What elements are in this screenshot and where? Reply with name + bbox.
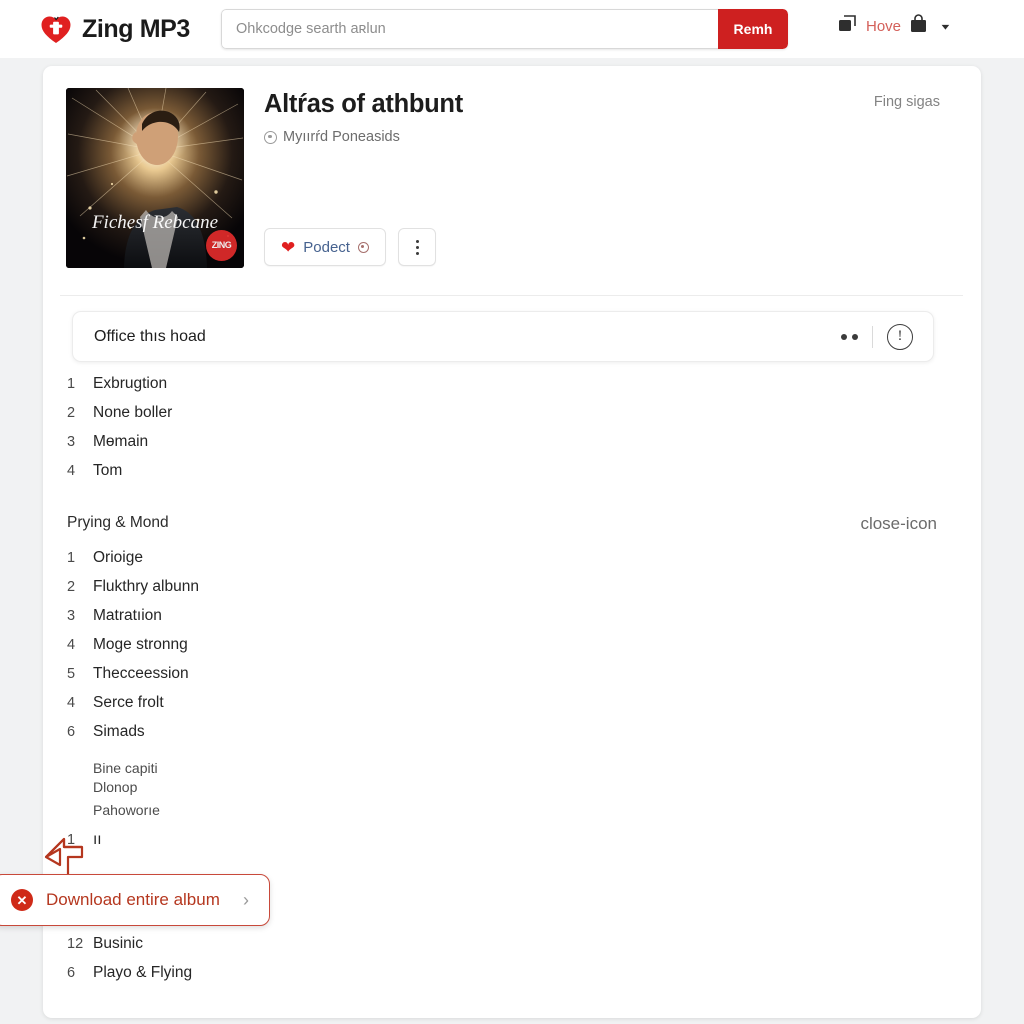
svg-text:Fichesf Rebcane: Fichesf Rebcane: [91, 212, 218, 233]
track-row[interactable]: 6 Simads: [67, 723, 199, 752]
track-title: Orioige: [93, 549, 143, 566]
exclamation-circle-icon[interactable]: !: [887, 323, 913, 350]
album-cover-badge: ZING: [206, 230, 237, 261]
track-title: Thecceession: [93, 665, 189, 682]
divider: [872, 325, 873, 348]
track-subline: Bine capiti: [67, 760, 199, 779]
track-list-one: 1 Exbrugtion 2 None boller 3 Mɵmain 4 To…: [67, 375, 172, 491]
track-list-two: 1 Orioige 2 Flukthry albunn 3 Matratıion…: [67, 549, 199, 821]
track-number: 1: [67, 376, 76, 392]
track-title: Mɵmain: [93, 433, 149, 450]
track-row[interactable]: 12 Businic: [67, 935, 192, 964]
track-subline: Pahoworıe: [67, 802, 199, 821]
track-number: 6: [67, 724, 76, 740]
search-button[interactable]: Remh: [718, 9, 788, 49]
search-bar[interactable]: Remh: [221, 9, 788, 49]
album-title: Altŕas of athbunt: [264, 90, 463, 118]
album-cover-art[interactable]: Fichesf Rebcane ZING: [66, 88, 244, 268]
track-subline-text: Bine capiti: [93, 760, 158, 776]
more-options-button[interactable]: [398, 228, 436, 266]
two-dots-icon[interactable]: [841, 333, 858, 340]
windows-restore-icon[interactable]: [838, 14, 857, 38]
heart-icon: ❤: [281, 237, 296, 257]
callout-label: Download entire album: [46, 890, 220, 909]
more-vertical-icon: [415, 239, 419, 243]
header-link-hove[interactable]: Hove: [866, 18, 901, 35]
track-title: Matratıion: [93, 607, 162, 624]
like-button-label: Podect: [303, 238, 350, 256]
track-row[interactable]: 4 Moge stronng: [67, 636, 199, 665]
more-vertical-icon: [415, 251, 419, 255]
heart-music-logo-icon: [40, 12, 74, 46]
track-number: 4: [67, 637, 76, 653]
track-number: 5: [67, 666, 76, 682]
track-row[interactable]: 4 Tom: [67, 462, 172, 491]
track-row[interactable]: 6 Playo & Flying: [67, 964, 192, 993]
album-info: Altŕas of athbunt Myıırŕd Poneasids: [264, 90, 463, 145]
track-title: Businic: [93, 935, 143, 952]
filter-row-actions: !: [841, 323, 913, 350]
filter-row[interactable]: Office thıs hoad !: [72, 311, 934, 362]
track-title: Flukthry albunn: [93, 578, 199, 595]
album-actions: ❤ Podect: [264, 228, 436, 266]
more-vertical-icon: [415, 245, 419, 249]
track-title: Tom: [93, 462, 123, 479]
track-title: Simads: [93, 723, 145, 740]
section-title: Prying & Mond: [67, 514, 169, 531]
track-subline-text: Pahoworıe: [93, 802, 160, 818]
album-artist-row: Myıırŕd Poneasids: [264, 129, 463, 145]
search-input[interactable]: [221, 9, 718, 49]
track-number: 2: [67, 579, 76, 595]
track-row[interactable]: 3 Mɵmain: [67, 433, 172, 462]
chevron-down-icon[interactable]: ▼: [939, 22, 952, 30]
header-divider: [60, 295, 963, 296]
track-subline-text: Dlonop: [93, 779, 138, 795]
header-actions: Hove ▼: [838, 14, 952, 38]
track-row[interactable]: 5 Thecceession: [67, 665, 199, 694]
download-entire-album-callout[interactable]: ✕ Download entire album ›: [0, 874, 270, 926]
track-number: 12: [67, 936, 84, 952]
shopping-bag-icon[interactable]: [910, 14, 927, 38]
album-header: Fichesf Rebcane ZING Altŕas of athbunt M…: [43, 66, 981, 296]
track-title: Serce frolt: [93, 694, 164, 711]
track-number: 3: [67, 608, 76, 624]
track-title: Playo & Flying: [93, 964, 193, 981]
record-dot-icon: [357, 241, 369, 253]
track-number: 4: [67, 463, 76, 479]
track-row[interactable]: 1 Orioige: [67, 549, 199, 578]
section-header: Prying & Mond close-icon: [67, 514, 957, 532]
track-title: None boller: [93, 404, 173, 421]
app-logo-text: Zing MP3: [82, 14, 190, 43]
error-x-circle-icon: ✕: [11, 889, 33, 911]
album-artist: Myıırŕd Poneasids: [283, 129, 400, 145]
chevron-right-icon[interactable]: ›: [243, 891, 249, 909]
track-row[interactable]: 1 Exbrugtion: [67, 375, 172, 404]
track-number: 6: [67, 965, 76, 981]
app-logo[interactable]: Zing MP3: [40, 12, 190, 46]
track-title: Moge stronng: [93, 636, 188, 653]
track-row[interactable]: 3 Matratıion: [67, 607, 199, 636]
track-number: 4: [67, 695, 76, 711]
track-number: 3: [67, 434, 76, 450]
close-icon[interactable]: close-icon: [860, 515, 937, 532]
like-button[interactable]: ❤ Podect: [264, 228, 386, 266]
album-head-note: Fing sigas: [873, 94, 940, 110]
track-row[interactable]: 4 Serce frolt: [67, 694, 199, 723]
track-subline: Dlonop: [67, 779, 199, 798]
filter-row-label: Office thıs hoad: [94, 327, 206, 345]
track-row[interactable]: 2 None boller: [67, 404, 172, 433]
track-number: 1: [67, 550, 76, 566]
app-header: Zing MP3 Remh Hove ▼: [0, 0, 1024, 58]
record-disc-icon: [264, 130, 277, 144]
track-number: 2: [67, 405, 76, 421]
track-title: Exbrugtion: [93, 375, 168, 392]
track-row[interactable]: 2 Flukthry albunn: [67, 578, 199, 607]
